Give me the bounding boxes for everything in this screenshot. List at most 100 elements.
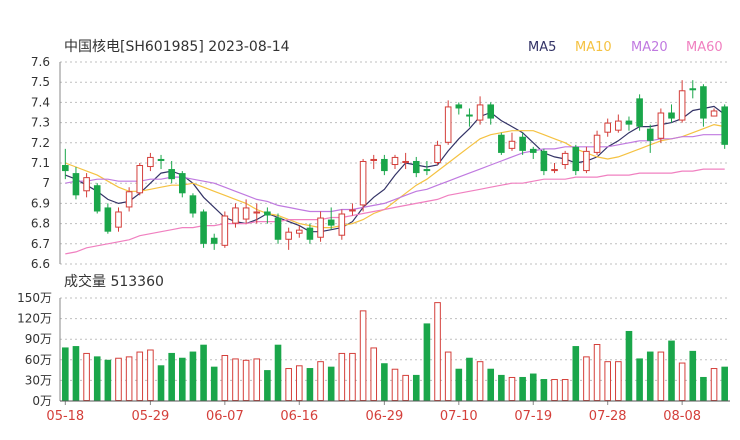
price-tick-label: 6.9 [31,196,50,210]
candle-body-up [359,160,367,206]
candle-body-down [700,86,707,119]
candle-body-up [221,215,229,246]
candle-body-down [93,185,101,212]
candle-body-up [561,152,569,166]
date-tick-label: 05-29 [132,409,170,424]
legend-item-ma10: MA10 [575,40,612,55]
volume-bar-up [678,362,686,401]
candle-body-down [721,106,728,145]
volume-bar-up [444,351,452,401]
price-tick-label: 6.7 [31,237,50,251]
volume-bar-down [721,366,728,401]
date-tick-label: 07-19 [514,409,552,424]
candle-body-down [689,88,697,91]
volume-bar-up [359,310,367,401]
legend-item-ma20: MA20 [631,40,668,55]
price-axis: 7.6 7.5 7.4 7.3 7.2 7.1 7 6.9 6.8 6.7 6.6 [31,55,50,271]
volume-bar-up [551,379,558,402]
candle-body-down [529,148,537,153]
candle-body-up [317,217,324,238]
candle-body-down [157,158,165,161]
volume-bar-up [434,302,441,401]
candle-body-up [593,134,601,153]
volume-bar-down [62,347,69,401]
date-axis: 05-18 05-29 06-07 06-16 06-29 07-10 07-19 07-28… [46,400,730,424]
ma-line-ma60 [65,168,725,255]
candle-body-up [232,207,239,224]
candle-body-down [168,169,175,180]
price-panel: 中国核电[SH601985] 2023-08-14 MA5 MA10 MA20 MA6… [31,39,730,271]
volume-bar-up [710,368,718,402]
volume-bar-down [625,330,633,401]
volume-bar-down [455,368,463,401]
volume-bar-down [646,351,654,401]
candle-body-down [274,217,282,240]
candle-body-down [179,173,186,194]
candle-body-down [200,211,207,244]
volume-bar-up [391,368,399,401]
candle-body-down [306,227,314,240]
candle-body-down [423,169,431,172]
candle-body-down [646,128,654,141]
volume-bar-up [232,358,239,401]
volume-bar-up [317,361,324,402]
candle-body-up [349,209,356,212]
date-tick-label: 07-10 [440,409,478,424]
volume-bar-down [200,344,207,401]
volume-bar-up [593,344,601,401]
volume-bar-down [157,365,165,401]
candle-body-up [253,211,261,214]
price-tick-label: 7.3 [31,116,50,130]
volume-bar-up [402,374,409,402]
candle-body-up [434,144,441,164]
price-tick-label: 7.4 [31,95,50,109]
volume-bar-up [147,349,154,401]
volume-bar-down [572,346,580,401]
candle-body-down [412,160,420,174]
price-tick-label: 6.6 [31,257,50,271]
volume-tick-label: 0万 [32,394,52,408]
volume-bars [62,302,728,402]
candle-body-up [604,122,611,133]
volume-bar-down [529,373,537,401]
candle-body-down [62,165,69,172]
volume-bar-down [423,323,431,401]
price-tick-label: 7 [42,176,50,190]
volume-axis: 150万 120万 90万 60万 30万 0万 [17,291,52,408]
volume-bar-up [338,352,346,401]
volume-bar-up [657,351,665,401]
volume-bar-down [274,344,282,401]
candle-body-down [264,211,271,216]
volume-bar-down [210,366,218,401]
candle-body-up [136,165,144,194]
volume-bar-down [72,346,80,401]
price-tick-label: 6.8 [31,217,50,231]
moving-average-lines [65,105,726,255]
candle-body-up [476,104,484,121]
candles [62,80,728,250]
candle-body-down [668,112,675,119]
volume-tick-label: 90万 [25,332,52,346]
date-tick-label: 05-18 [46,409,84,424]
volume-bar-down [306,368,314,401]
price-tick-label: 7.2 [31,136,50,150]
volume-bar-down [700,376,707,401]
candle-body-down [519,136,526,151]
volume-bar-down [689,350,697,401]
volume-bar-up [115,357,122,401]
volume-bar-up [285,368,292,402]
volume-bar-up [508,376,516,402]
candle-body-up [370,158,378,161]
candle-body-down [487,104,495,119]
candle-body-up [83,177,90,192]
volume-bar-down [519,376,526,401]
volume-bar-up [604,361,611,402]
candle-body-down [466,114,473,117]
candle-body-up [115,211,122,228]
volume-bar-up [370,347,378,402]
candle-body-down [72,173,80,196]
candle-body-up [678,90,686,121]
volume-bar-down [168,352,175,401]
candle-body-up [710,110,718,117]
volume-bar-up [615,361,622,402]
